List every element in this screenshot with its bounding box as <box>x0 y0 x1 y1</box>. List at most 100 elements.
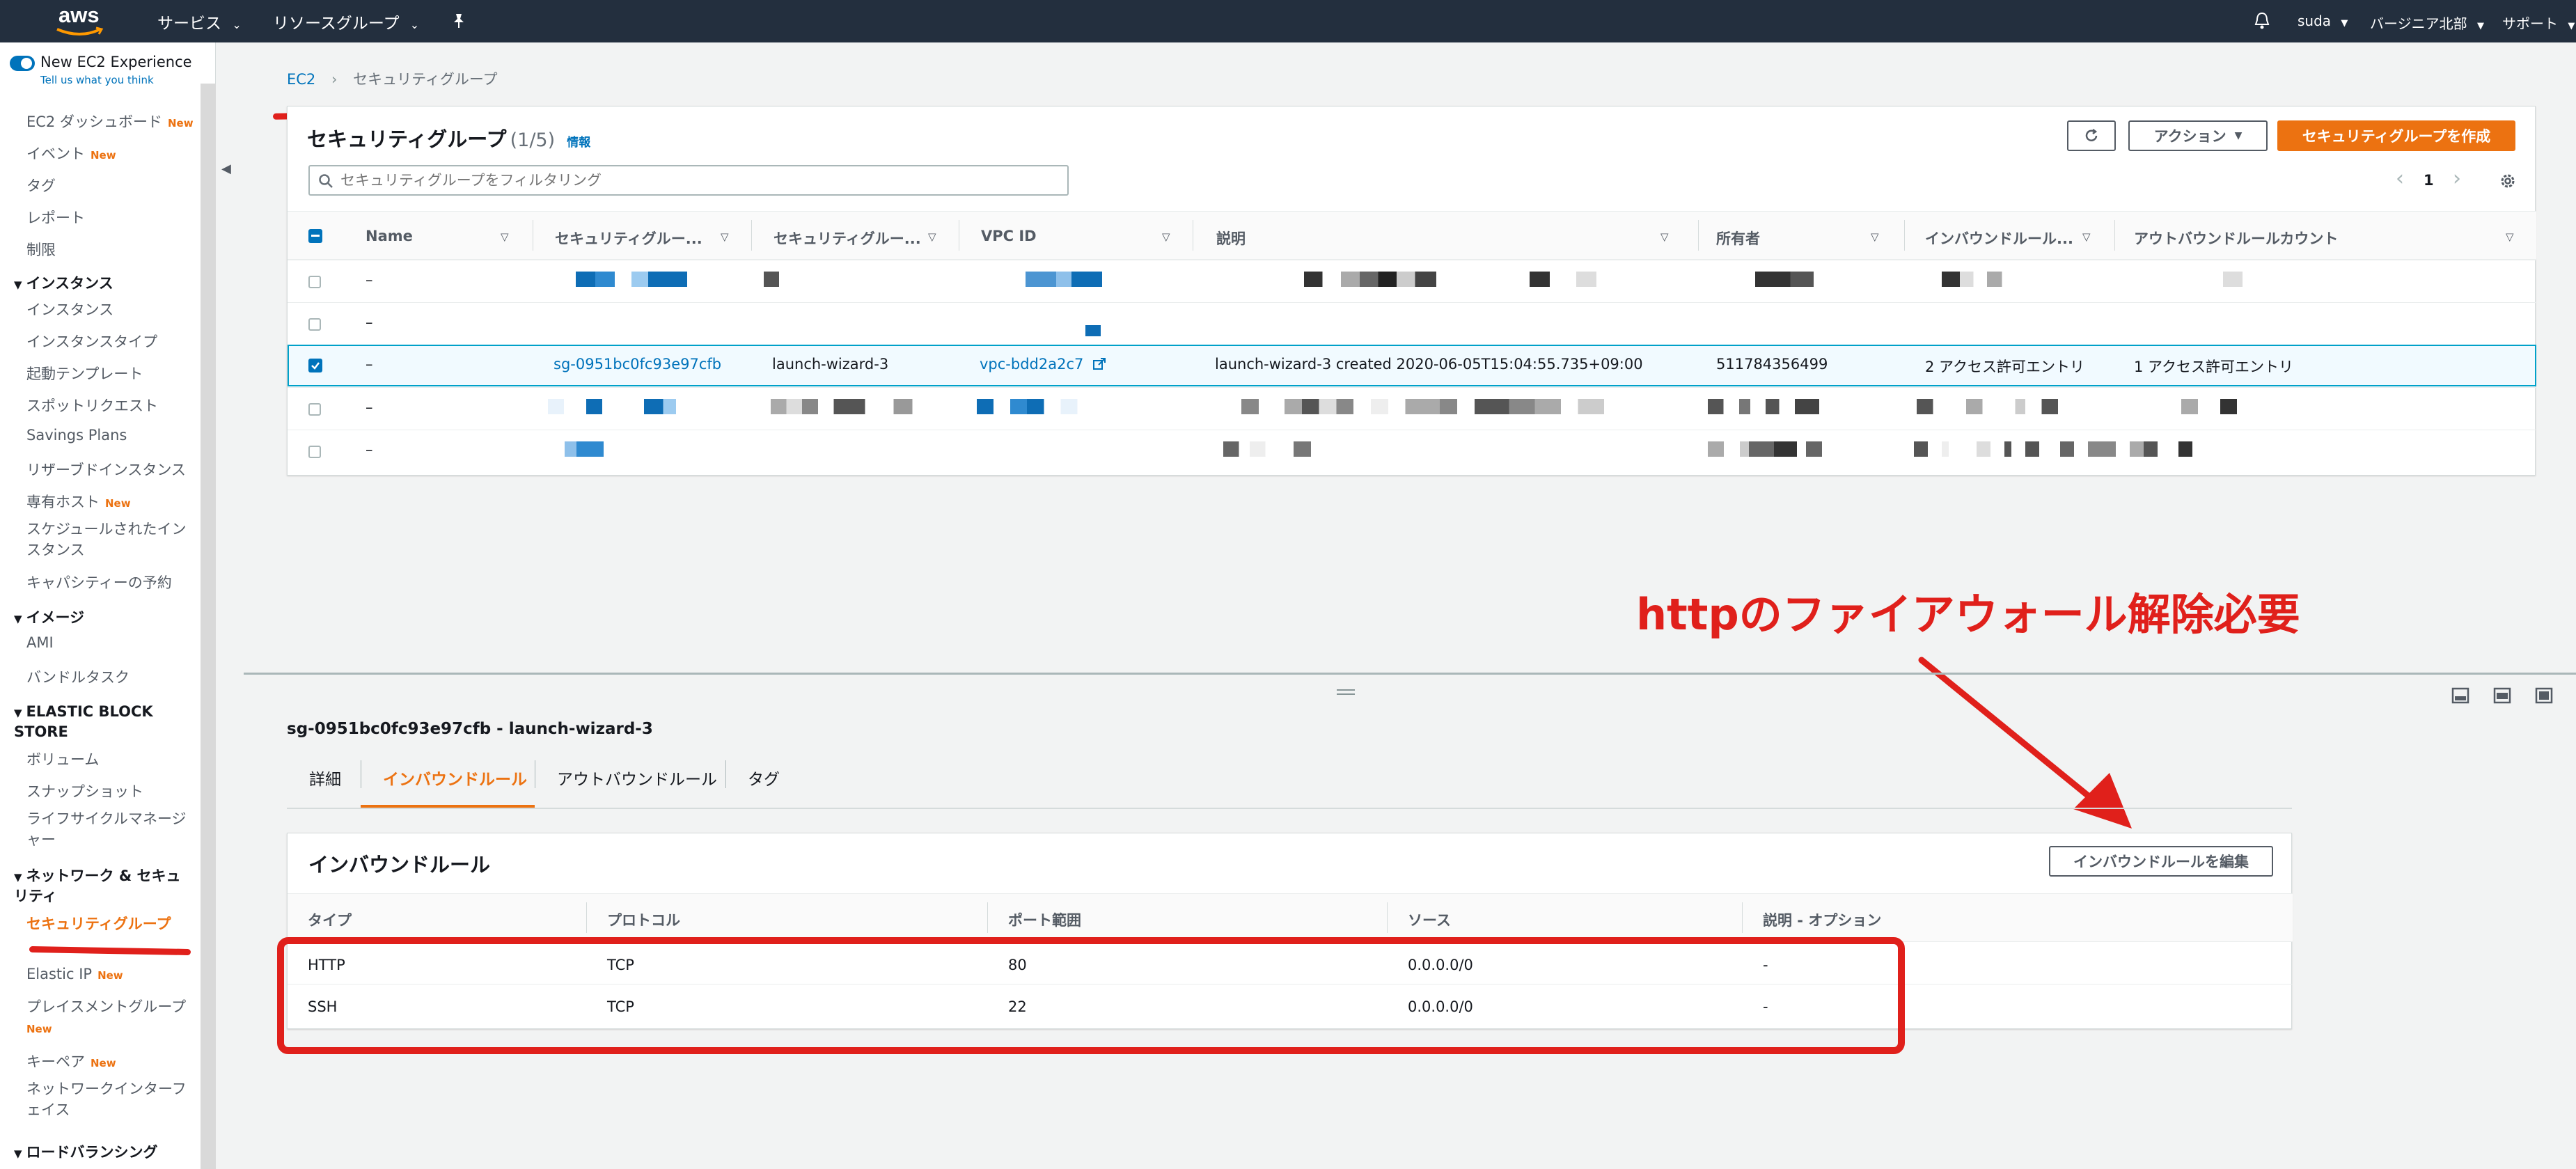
sidebar-scrollbar[interactable] <box>201 84 216 1169</box>
sidebar-item-dashboard[interactable]: EC2 ダッシュボード New <box>26 111 194 132</box>
tab-inbound-rules[interactable]: インバウンドルール <box>383 766 527 790</box>
panel-splitter[interactable] <box>244 673 2576 675</box>
sidebar-item-capacity-reservations[interactable]: キャパシティーの予約 <box>26 572 172 593</box>
external-link-icon[interactable] <box>1092 357 1106 371</box>
sidebar-item-instances[interactable]: インスタンス <box>26 299 113 320</box>
sidebar-item-dedicated-hosts[interactable]: 専有ホスト New <box>26 491 131 512</box>
sort-icon[interactable]: ▽ <box>1871 230 1879 243</box>
sidebar-section-ebs[interactable]: ▼ ELASTIC BLOCK STORE <box>14 703 195 742</box>
sidebar-item-network-interfaces[interactable]: ネットワークインターフェイス <box>26 1078 194 1120</box>
column-divider[interactable] <box>751 220 752 251</box>
bell-icon[interactable] <box>2253 11 2271 31</box>
row-checkbox[interactable] <box>308 276 321 288</box>
column-header-description[interactable]: 説明 <box>1216 228 1246 249</box>
filter-search-box[interactable] <box>308 165 1069 196</box>
tab-outbound-rules[interactable]: アウトバウンドルール <box>557 766 717 790</box>
sidebar-item-ami[interactable]: AMI <box>26 634 54 651</box>
sidebar-section-images[interactable]: ▼ イメージ <box>14 606 84 627</box>
sidebar-item-elastic-ip[interactable]: Elastic IP New <box>26 966 123 982</box>
sidebar-item-reports[interactable]: レポート <box>26 207 85 228</box>
sidebar-item-spot-requests[interactable]: スポットリクエスト <box>26 395 158 416</box>
row-checkbox[interactable] <box>308 318 321 331</box>
sidebar-item-volumes[interactable]: ボリューム <box>26 748 99 769</box>
aws-logo[interactable]: aws <box>54 3 107 38</box>
resource-groups-menu[interactable]: リソースグループ ⌄ <box>273 10 419 33</box>
sidebar-item-launch-templates[interactable]: 起動テンプレート <box>26 363 143 384</box>
sort-icon[interactable]: ▽ <box>928 230 936 243</box>
rules-column-description[interactable]: 説明 - オプション <box>1763 909 1881 930</box>
rules-column-protocol[interactable]: プロトコル <box>607 909 680 930</box>
pin-icon[interactable] <box>451 13 466 29</box>
sidebar-section-load-balancing[interactable]: ▼ ロードバランシング <box>14 1141 158 1162</box>
region-menu[interactable]: バージニア北部 ▼ <box>2370 13 2484 33</box>
split-bottom-icon[interactable] <box>2451 687 2470 705</box>
chevron-right-icon[interactable]: › <box>2453 166 2461 191</box>
sidebar-item-security-groups[interactable]: セキュリティグループ <box>26 913 171 934</box>
sort-icon[interactable]: ▽ <box>721 230 729 243</box>
sidebar-section-instances[interactable]: ▼ インスタンス <box>14 272 113 293</box>
rules-column-port-range[interactable]: ポート範囲 <box>1008 909 1081 930</box>
row-checkbox[interactable] <box>308 403 321 416</box>
security-group-id-link[interactable]: sg-0951bc0fc93e97cfb <box>553 356 721 372</box>
support-menu[interactable]: サポート ▼ <box>2502 13 2575 33</box>
rules-column-source[interactable]: ソース <box>1408 909 1451 930</box>
column-divider[interactable] <box>2114 220 2115 251</box>
table-row[interactable]: – <box>288 430 2536 476</box>
sidebar-section-network-security[interactable]: ▼ ネットワーク & セキュリティ <box>14 867 195 906</box>
column-header-inbound[interactable]: インバウンドルール... <box>1925 228 2073 249</box>
sidebar-item-tags[interactable]: タグ <box>26 175 56 196</box>
breadcrumb-ec2-link[interactable]: EC2 <box>287 71 315 88</box>
table-row[interactable]: – <box>288 302 2536 345</box>
vpc-id-link[interactable]: vpc-bdd2a2c7 <box>980 356 1083 372</box>
sort-icon[interactable]: ▽ <box>2506 230 2514 243</box>
feedback-link[interactable]: Tell us what you think <box>40 74 154 86</box>
chevron-left-icon[interactable]: ‹ <box>2396 166 2404 191</box>
sidebar-item-lifecycle-manager[interactable]: ライフサイクルマネージャー <box>26 808 194 850</box>
rules-column-type[interactable]: タイプ <box>308 909 352 930</box>
column-header-outbound[interactable]: アウトバウンドルールカウント <box>2134 228 2338 249</box>
column-header-name[interactable]: Name <box>366 228 413 244</box>
tab-tags[interactable]: タグ <box>748 766 780 790</box>
sidebar-item-snapshots[interactable]: スナップショット <box>26 780 143 801</box>
page-number[interactable]: 1 <box>2424 172 2434 189</box>
column-header-group-id[interactable]: セキュリティグルー... <box>555 228 702 249</box>
sidebar-item-events[interactable]: イベント New <box>26 143 116 164</box>
create-security-group-button[interactable]: セキュリティグループを作成 <box>2277 120 2515 151</box>
user-menu[interactable]: suda ▼ <box>2298 13 2348 29</box>
sort-icon[interactable]: ▽ <box>501 230 509 243</box>
row-checkbox[interactable] <box>308 446 321 458</box>
column-header-owner[interactable]: 所有者 <box>1716 228 1760 249</box>
sidebar-item-instance-types[interactable]: インスタンスタイプ <box>26 331 157 352</box>
table-row[interactable]: – <box>288 260 2536 302</box>
collapse-sidebar-icon[interactable]: ◀ <box>221 162 231 176</box>
sidebar-item-reserved-instances[interactable]: リザーブドインスタンス <box>26 459 186 480</box>
sort-icon[interactable]: ▽ <box>1660 230 1669 243</box>
gear-icon[interactable] <box>2499 172 2517 190</box>
sidebar-item-placement-groups[interactable]: プレイスメントグループ New <box>26 996 194 1039</box>
table-row[interactable]: – <box>288 387 2536 430</box>
column-divider[interactable] <box>1698 220 1699 251</box>
split-full-icon[interactable] <box>2534 687 2554 705</box>
services-menu[interactable]: サービス ⌄ <box>157 10 242 33</box>
split-side-icon[interactable] <box>2492 687 2512 705</box>
sort-icon[interactable]: ▽ <box>1162 230 1170 243</box>
sidebar-item-savings-plans[interactable]: Savings Plans <box>26 427 127 444</box>
column-header-group-name[interactable]: セキュリティグルー... <box>773 228 921 249</box>
sidebar-item-bundle-tasks[interactable]: バンドルタスク <box>26 666 129 687</box>
select-all-checkbox[interactable] <box>308 229 322 243</box>
refresh-button[interactable] <box>2067 120 2116 151</box>
table-row-selected[interactable]: – sg-0951bc0fc93e97cfb launch-wizard-3 v… <box>288 345 2536 386</box>
info-link[interactable]: 情報 <box>567 136 590 150</box>
sidebar-item-scheduled-instances[interactable]: スケジュールされたインスタンス <box>26 519 194 560</box>
new-ec2-experience-toggle[interactable] <box>10 56 35 71</box>
column-header-vpc-id[interactable]: VPC ID <box>981 228 1037 244</box>
sidebar-item-key-pairs[interactable]: キーペア New <box>26 1051 116 1072</box>
actions-button[interactable]: アクション ▼ <box>2128 120 2268 151</box>
drag-handle-icon[interactable] <box>1337 689 1355 695</box>
tab-details[interactable]: 詳細 <box>309 766 341 790</box>
sidebar-item-limits[interactable]: 制限 <box>26 239 56 260</box>
column-divider[interactable] <box>1904 220 1905 251</box>
sort-icon[interactable]: ▽ <box>2082 230 2091 243</box>
row-checkbox-checked[interactable] <box>308 359 322 372</box>
filter-input[interactable] <box>340 169 1058 191</box>
